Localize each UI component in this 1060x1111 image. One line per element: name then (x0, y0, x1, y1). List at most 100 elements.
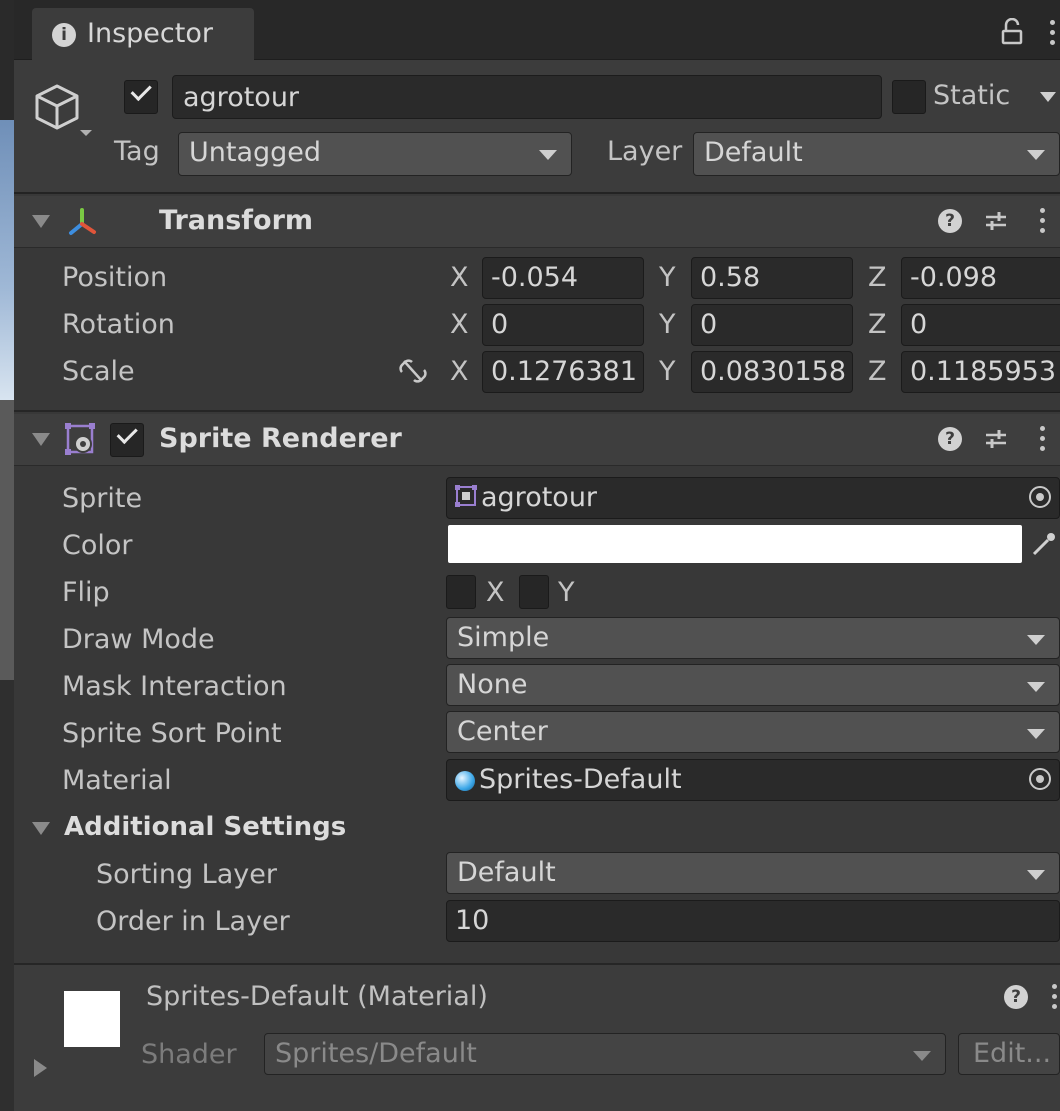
static-label: Static (933, 80, 1011, 111)
kebab-menu-icon[interactable] (1038, 208, 1046, 236)
sprite-renderer-header[interactable]: Sprite Renderer ? (14, 414, 1060, 466)
flip-x-label: X (486, 577, 505, 608)
color-swatch[interactable] (448, 525, 1022, 563)
flip-y-checkbox[interactable] (519, 575, 549, 609)
transform-body: Position X -0.054 Y 0.58 Z -0.098 Rotati… (14, 248, 1060, 412)
flip-y-label: Y (558, 577, 575, 608)
scale-z-field[interactable]: 0.1185953 (901, 351, 1060, 393)
sprite-renderer-icon (64, 423, 98, 457)
order-in-layer-field[interactable]: 10 (446, 900, 1060, 942)
static-dropdown-arrow-icon[interactable] (1040, 92, 1056, 102)
flip-x-checkbox[interactable] (446, 575, 476, 609)
material-sphere-icon (455, 770, 475, 791)
sprite-sort-point-dropdown[interactable]: Center (446, 711, 1060, 753)
material-value: Sprites-Default (479, 764, 682, 795)
material-preview (64, 991, 120, 1047)
sprite-renderer-enabled-checkbox[interactable] (110, 422, 144, 457)
sprite-value: agrotour (481, 482, 598, 513)
scale-y-field[interactable]: 0.0830158 (691, 351, 853, 393)
kebab-menu-icon[interactable] (1038, 426, 1046, 454)
chevron-down-icon (913, 1051, 931, 1061)
gameobject-cube-icon[interactable] (32, 80, 92, 140)
help-icon[interactable]: ? (938, 427, 962, 451)
layer-label: Layer (607, 136, 683, 167)
unlink-scale-icon[interactable] (398, 358, 428, 384)
rotation-y-field[interactable]: 0 (691, 304, 853, 346)
material-label: Material (62, 765, 172, 796)
foldout-arrow-icon[interactable] (32, 215, 50, 228)
draw-mode-dropdown[interactable]: Simple (446, 617, 1060, 659)
rotation-label: Rotation (62, 309, 175, 340)
scale-label: Scale (62, 356, 135, 387)
shader-dropdown[interactable]: Sprites/Default (264, 1033, 946, 1075)
layer-dropdown[interactable]: Default (693, 132, 1060, 176)
edit-shader-button[interactable]: Edit... (958, 1033, 1060, 1075)
info-icon: i (52, 23, 76, 47)
chevron-down-icon (1027, 729, 1045, 739)
transform-header[interactable]: Transform ? (14, 196, 1060, 248)
chevron-down-icon (1027, 635, 1045, 645)
position-y-field[interactable]: 0.58 (691, 257, 853, 299)
active-checkbox[interactable] (124, 79, 158, 114)
foldout-arrow-icon[interactable] (32, 433, 50, 446)
axis-y-label: Y (659, 262, 676, 293)
eyedropper-icon[interactable] (1030, 530, 1058, 558)
chevron-down-icon (1027, 682, 1045, 692)
axis-y-label: Y (659, 309, 676, 340)
additional-settings-foldout-icon[interactable] (32, 822, 50, 835)
rotation-x-field[interactable]: 0 (482, 304, 644, 346)
sprite-object-field[interactable]: agrotour (446, 477, 1060, 519)
chevron-down-icon (539, 150, 557, 160)
sprite-asset-icon (455, 483, 477, 514)
object-name-field[interactable]: agrotour (172, 75, 882, 119)
mask-interaction-label: Mask Interaction (62, 671, 287, 702)
lock-icon[interactable] (1000, 17, 1026, 46)
tag-label: Tag (114, 136, 160, 167)
static-checkbox[interactable] (892, 80, 926, 114)
additional-settings-title[interactable]: Additional Settings (64, 812, 346, 842)
kebab-menu-icon[interactable] (1048, 20, 1056, 48)
material-section: Sprites-Default (Material) ? Shader Spri… (14, 963, 1060, 1111)
position-x-field[interactable]: -0.054 (482, 257, 644, 299)
rotation-z-field[interactable]: 0 (901, 304, 1060, 346)
layer-value: Default (704, 137, 803, 168)
position-z-field[interactable]: -0.098 (901, 257, 1060, 299)
help-icon[interactable]: ? (938, 209, 962, 233)
sorting-layer-dropdown[interactable]: Default (446, 852, 1060, 894)
position-label: Position (62, 262, 168, 293)
sprite-label: Sprite (62, 483, 143, 514)
transform-title: Transform (159, 205, 314, 236)
shader-label: Shader (141, 1039, 237, 1070)
axis-z-label: Z (868, 262, 887, 293)
draw-mode-label: Draw Mode (62, 624, 215, 655)
draw-mode-value: Simple (457, 622, 550, 653)
tag-dropdown[interactable]: Untagged (178, 132, 572, 176)
help-icon[interactable]: ? (1004, 985, 1028, 1009)
tab-inspector[interactable]: i Inspector (32, 8, 254, 60)
material-object-field[interactable]: Sprites-Default (446, 759, 1060, 801)
axis-x-label: X (450, 356, 469, 387)
inspector-window: i Inspector agrotour Static Tag Untagged… (0, 0, 1060, 1111)
object-picker-icon[interactable] (1029, 768, 1051, 790)
transform-axes-icon (66, 206, 98, 238)
object-picker-icon[interactable] (1029, 486, 1051, 508)
foldout-arrow-icon[interactable] (34, 1059, 47, 1077)
chevron-down-icon (1027, 870, 1045, 880)
shader-value: Sprites/Default (275, 1038, 477, 1069)
scale-x-field[interactable]: 0.1276381 (482, 351, 644, 393)
sorting-layer-value: Default (457, 857, 556, 888)
tag-value: Untagged (189, 137, 322, 168)
mask-interaction-value: None (457, 669, 528, 700)
axis-z-label: Z (868, 356, 887, 387)
presets-icon[interactable] (984, 210, 1008, 232)
presets-icon[interactable] (984, 428, 1008, 450)
sprite-sort-point-label: Sprite Sort Point (62, 718, 282, 749)
gameobject-header: agrotour Static Tag Untagged Layer Defau… (14, 60, 1060, 194)
sprite-renderer-title: Sprite Renderer (159, 423, 402, 454)
sprite-sort-point-value: Center (457, 716, 548, 747)
axis-x-label: X (450, 309, 469, 340)
sprite-renderer-body: Sprite agrotour Color Flip X Y Draw Mode… (14, 466, 1060, 963)
color-label: Color (62, 530, 133, 561)
mask-interaction-dropdown[interactable]: None (446, 664, 1060, 706)
kebab-menu-icon[interactable] (1050, 984, 1058, 1012)
